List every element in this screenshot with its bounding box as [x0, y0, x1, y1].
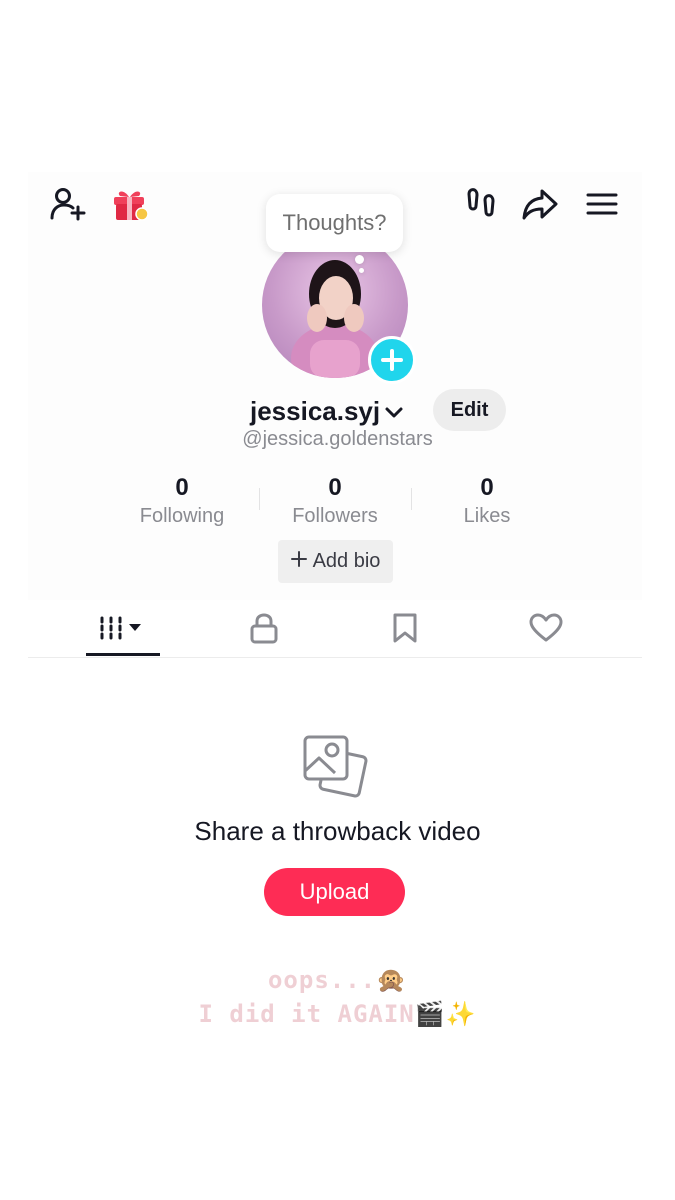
- plus-icon: [290, 550, 307, 573]
- stat-likes[interactable]: 0 Likes: [422, 474, 552, 529]
- following-count: 0: [175, 474, 189, 501]
- gift-icon[interactable]: [110, 184, 150, 224]
- stat-divider: [411, 488, 412, 510]
- thoughts-bubble[interactable]: Thoughts?: [266, 194, 403, 252]
- story-overlay-line2: I did it AGAIN🎬✨: [198, 1000, 477, 1028]
- add-bio-button[interactable]: Add bio: [278, 540, 393, 583]
- active-tab-indicator: [86, 653, 160, 656]
- username-dropdown[interactable]: jessica.syj: [250, 393, 404, 429]
- likes-count: 0: [480, 474, 494, 501]
- share-icon[interactable]: [520, 184, 560, 224]
- heart-icon: [529, 613, 563, 642]
- stat-followers[interactable]: 0 Followers: [270, 474, 400, 529]
- story-overlay-line1: oops...🙊: [267, 966, 408, 994]
- add-user-icon[interactable]: [48, 184, 88, 224]
- username: jessica.syj: [250, 395, 381, 426]
- lock-icon: [250, 613, 278, 644]
- tab-videos[interactable]: [86, 600, 160, 656]
- tab-liked[interactable]: [516, 600, 576, 656]
- stat-following[interactable]: 0 Following: [117, 474, 247, 529]
- followers-count: 0: [328, 474, 342, 501]
- add-story-button[interactable]: [368, 336, 416, 384]
- profile-tabs: [28, 600, 642, 658]
- menu-icon[interactable]: [582, 184, 622, 224]
- bubble-tail-dot: [355, 255, 364, 264]
- chevron-down-icon: [384, 396, 404, 427]
- footprints-icon[interactable]: [462, 184, 500, 224]
- empty-state-title: Share a throwback video: [194, 816, 481, 846]
- following-label: Following: [139, 505, 225, 527]
- upload-button[interactable]: Upload: [264, 868, 405, 916]
- stat-divider: [259, 488, 260, 510]
- videos-grid-icon: [100, 616, 141, 640]
- tab-saved[interactable]: [375, 600, 435, 656]
- photos-icon: [301, 733, 371, 803]
- edit-profile-button[interactable]: Edit: [433, 389, 506, 431]
- user-handle: @jessica.goldenstars: [242, 428, 433, 450]
- bookmark-icon: [393, 613, 417, 643]
- bubble-tail-dot-small: [359, 268, 364, 273]
- tab-private[interactable]: [234, 600, 294, 656]
- thoughts-label: Thoughts?: [282, 210, 387, 235]
- likes-label: Likes: [463, 505, 511, 527]
- followers-label: Followers: [292, 505, 378, 527]
- add-bio-label: Add bio: [312, 550, 381, 572]
